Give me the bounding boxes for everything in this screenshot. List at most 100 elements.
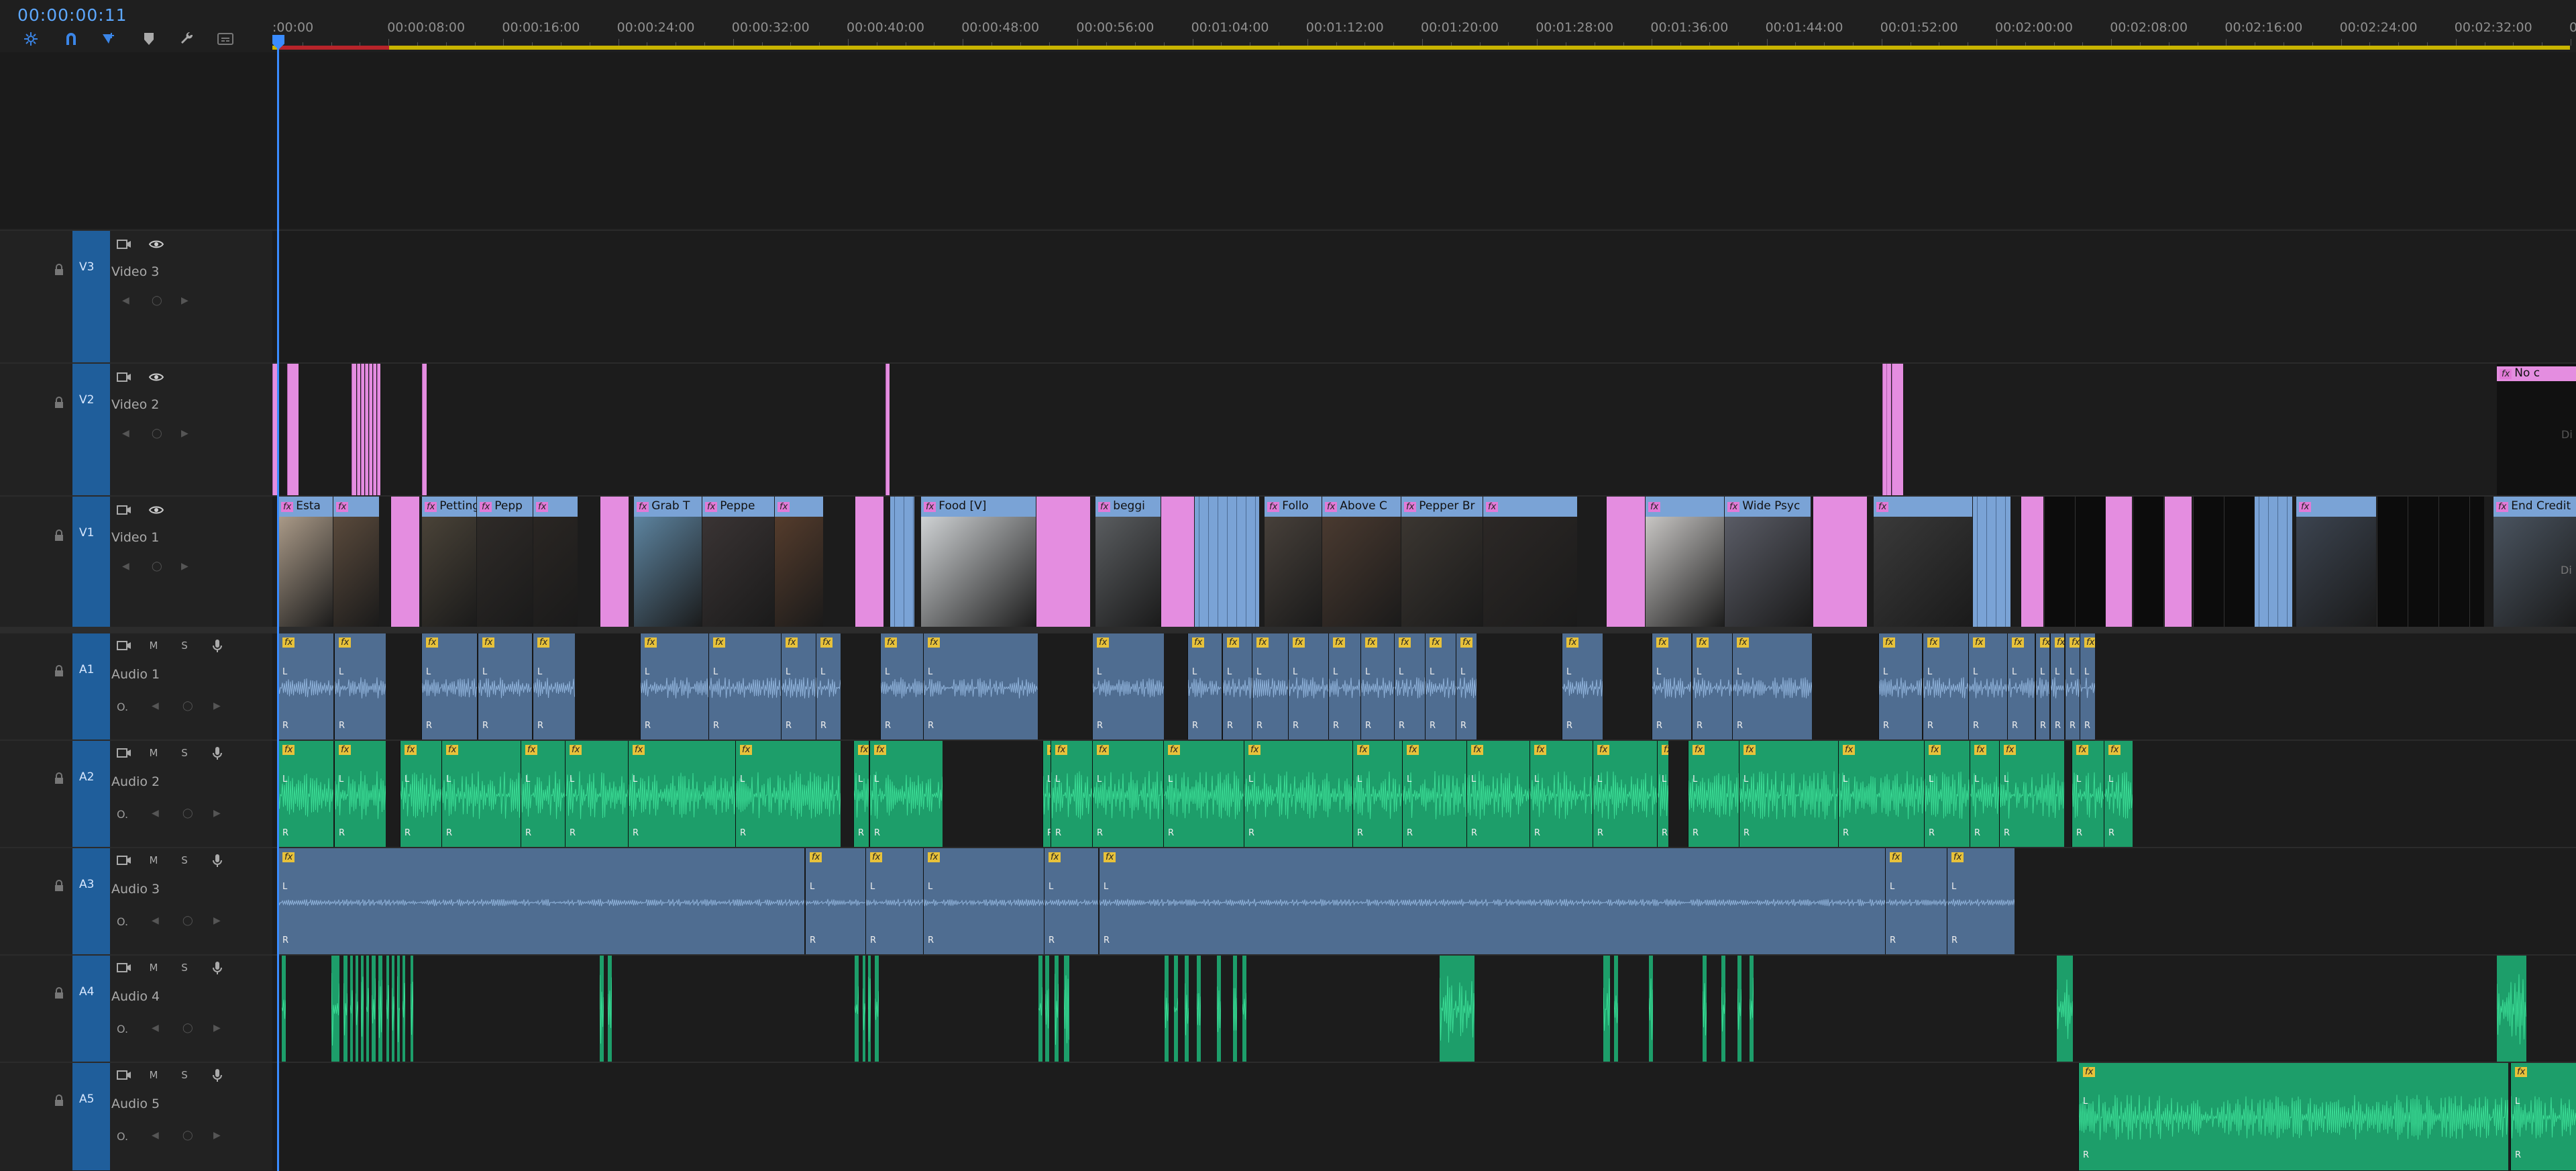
captions-icon[interactable] [216, 30, 235, 48]
video-clip[interactable]: fx [2296, 497, 2377, 628]
audio-clip[interactable] [868, 956, 871, 1063]
track-target-toggle[interactable] [72, 231, 110, 362]
audio-clip[interactable]: fx L R [400, 741, 442, 848]
audio-clip[interactable] [350, 956, 353, 1063]
audio-clip[interactable] [356, 956, 358, 1063]
track-lane[interactable]: fx L Rfx L Rfx L Rfx L Rfx L Rfx L Rfx L Rfx L Rfx L Rfx L R… [272, 741, 2576, 848]
audio-clip[interactable] [1045, 956, 1049, 1063]
audio-clip[interactable]: fx L R [2080, 633, 2095, 741]
audio-clip[interactable]: fx L R [278, 848, 804, 956]
audio-clip[interactable]: fx L R [708, 633, 782, 741]
prev-keyframe-icon[interactable]: ◀ [122, 295, 129, 306]
audio-clip[interactable]: fx L R [1657, 741, 1668, 848]
track-target-toggle[interactable] [72, 848, 110, 956]
audio-clip[interactable] [411, 956, 413, 1063]
audio-clip[interactable]: fx L R [1838, 741, 1925, 848]
track-lock-icon[interactable] [52, 986, 66, 1000]
black-video-clip[interactable] [2132, 497, 2165, 628]
clip-no-credit[interactable]: fx No c Di [2497, 364, 2576, 495]
prev-keyframe-icon[interactable]: ◀ [152, 1023, 159, 1033]
audio-clip[interactable]: fx L R [1562, 633, 1603, 741]
track-lock-icon[interactable] [52, 396, 66, 409]
audio-clip[interactable]: fx L R [816, 633, 841, 741]
audio-clip[interactable]: fx L R [735, 741, 841, 848]
audio-clip[interactable]: fx L R [1244, 741, 1353, 848]
audio-clip[interactable]: fx L R [865, 848, 924, 956]
solo-button[interactable]: S [176, 745, 193, 761]
add-keyframe-icon[interactable]: ◯ [182, 1023, 193, 1033]
audio-clip[interactable]: fx L R [2007, 633, 2035, 741]
audio-clip[interactable]: fx L R [1652, 633, 1691, 741]
track-target-toggle[interactable] [72, 364, 110, 495]
audio-clip[interactable]: fx L R [521, 741, 566, 848]
audio-clip[interactable] [1721, 956, 1725, 1063]
audio-clip[interactable] [1750, 956, 1754, 1063]
add-keyframe-icon[interactable]: ◯ [182, 1130, 193, 1141]
audio-clip[interactable] [608, 956, 612, 1063]
video-clip[interactable]: fx beggi [1095, 497, 1161, 628]
audio-clip[interactable] [2497, 956, 2526, 1063]
mute-button[interactable]: M [145, 638, 162, 654]
video-clip[interactable]: fx Food [V] [920, 497, 1036, 628]
audio-clip[interactable] [875, 956, 879, 1063]
audio-clip[interactable]: fx L R [1360, 633, 1395, 741]
audio-clip[interactable]: fx L R [1947, 848, 2015, 956]
adjustment-layer-clip[interactable] [1036, 497, 1090, 628]
audio-clip[interactable]: fx L R [2078, 1063, 2508, 1170]
next-keyframe-icon[interactable]: ▶ [181, 428, 189, 439]
track-lane[interactable]: fx No c Di [272, 364, 2576, 495]
track-target-toggle[interactable] [72, 956, 110, 1063]
audio-clip[interactable] [1603, 956, 1610, 1063]
audio-clip[interactable] [2057, 956, 2073, 1063]
track-lane[interactable]: fx L Rfx L Rfx L Rfx L Rfx L Rfx L Rfx L Rfx L Rfx L Rfx L R… [272, 633, 2576, 741]
audio-clip[interactable] [372, 956, 376, 1063]
volume-knob-icon[interactable]: O. [117, 1023, 128, 1035]
video-clip[interactable]: fx Esta [278, 497, 333, 628]
video-clip[interactable]: fx [774, 497, 823, 628]
adjustment-layer-clip[interactable] [885, 364, 890, 495]
next-keyframe-icon[interactable]: ▶ [213, 1130, 221, 1141]
audio-clip[interactable]: fx L R [1352, 741, 1403, 848]
toggle-output-eye-icon[interactable] [148, 236, 165, 252]
track-target-toggle[interactable] [72, 741, 110, 848]
playhead-timecode[interactable]: 00:00:00:11 [17, 5, 127, 25]
add-keyframe-icon[interactable]: ◯ [182, 701, 193, 711]
solo-button[interactable]: S [176, 852, 193, 868]
next-keyframe-icon[interactable]: ▶ [213, 915, 221, 926]
audio-clip[interactable] [397, 956, 400, 1063]
audio-clip[interactable] [378, 956, 382, 1063]
audio-clip[interactable]: fx L R [923, 848, 1044, 956]
track-lock-icon[interactable] [52, 263, 66, 276]
audio-clip[interactable]: fx L R [1924, 741, 1970, 848]
voice-over-record-mic-icon[interactable] [209, 638, 227, 654]
audio-clip[interactable] [1038, 956, 1042, 1063]
track-lock-icon[interactable] [52, 1094, 66, 1107]
audio-clip[interactable] [1242, 956, 1246, 1063]
audio-clip[interactable]: fx L R [1044, 848, 1098, 956]
video-audio-divider[interactable] [0, 627, 2576, 632]
video-clip[interactable]: fx Pepp [476, 497, 533, 628]
video-clip[interactable]: fx Follo [1264, 497, 1322, 628]
adjustment-layer-clip[interactable] [365, 364, 368, 495]
video-clip[interactable]: fx Peppe [702, 497, 775, 628]
nested-sequence-clip[interactable] [2254, 497, 2292, 628]
audio-clip[interactable] [1217, 956, 1221, 1063]
marker-icon[interactable] [140, 30, 158, 48]
adjustment-layer-clip[interactable] [377, 364, 380, 495]
audio-clip[interactable]: fx L R [2104, 741, 2133, 848]
adjustment-layer-clip[interactable] [2021, 497, 2044, 628]
audio-clip[interactable]: fx L R [1402, 741, 1467, 848]
track-lock-icon[interactable] [52, 529, 66, 542]
audio-clip[interactable] [386, 956, 389, 1063]
audio-clip[interactable]: fx L R [1688, 741, 1739, 848]
mute-button[interactable]: M [145, 852, 162, 868]
track-target-toggle[interactable] [72, 497, 110, 628]
track-target-toggle[interactable] [72, 1063, 110, 1170]
adjustment-layer-clip[interactable] [422, 364, 427, 495]
audio-clip[interactable] [402, 956, 405, 1063]
audio-clip[interactable]: fx L R [781, 633, 816, 741]
audio-clip[interactable]: fx L R [628, 741, 736, 848]
audio-clip[interactable] [600, 956, 604, 1063]
audio-clip[interactable]: fx L R [1885, 848, 1947, 956]
audio-clip[interactable]: fx L R [1732, 633, 1812, 741]
